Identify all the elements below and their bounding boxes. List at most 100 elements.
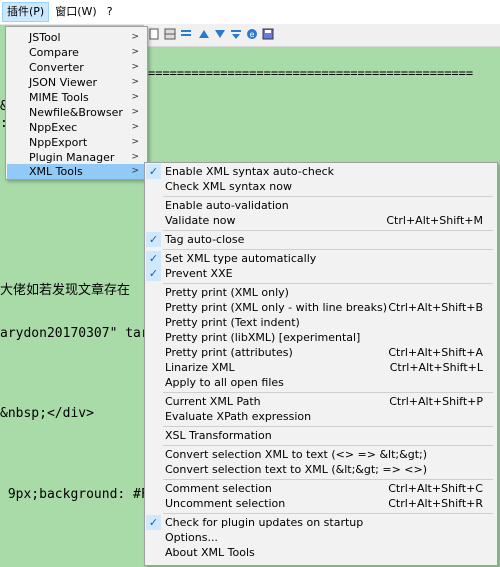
- plugins-item-nppexport[interactable]: NppExport >: [7, 135, 146, 150]
- plugins-item-newfile-browser[interactable]: Newfile&Browser >: [7, 105, 146, 120]
- xml-item-uncomment-selection[interactable]: Uncomment selection Ctrl+Alt+Shift+R: [145, 496, 497, 511]
- xml-item-set-xml-type[interactable]: ✓ Set XML type automatically: [145, 251, 497, 266]
- menu-separator: [163, 479, 493, 480]
- xml-item-evaluate-xpath[interactable]: Evaluate XPath expression: [145, 409, 497, 424]
- xml-item-pretty-print-line-breaks[interactable]: Pretty print (XML only - with line break…: [145, 300, 497, 315]
- submenu-arrow-icon: >: [131, 152, 139, 162]
- xml-item-enable-syntax-autocheck[interactable]: ✓ Enable XML syntax auto-check: [145, 164, 497, 179]
- menu-item-label: Uncomment selection: [165, 497, 286, 510]
- xml-item-convert-text-to-xml[interactable]: Convert selection text to XML (&lt;&gt; …: [145, 462, 497, 477]
- toolbar-grid-icon[interactable]: [164, 28, 176, 40]
- xml-item-linarize-xml[interactable]: Linarize XML Ctrl+Alt+Shift+L: [145, 360, 497, 375]
- toolbar-collapse-icon[interactable]: [230, 28, 242, 40]
- menu-item-label: Pretty print (XML only - with line break…: [165, 301, 387, 314]
- menu-item-label: Compare: [29, 46, 79, 59]
- menu-item-label: Enable auto-validation: [165, 199, 289, 212]
- xml-item-prevent-xxe[interactable]: ✓ Prevent XXE: [145, 266, 497, 281]
- submenu-arrow-icon: >: [131, 107, 139, 117]
- check-icon: ✓: [146, 515, 161, 530]
- menu-item-label: Enable XML syntax auto-check: [165, 165, 335, 178]
- plugins-item-mime-tools[interactable]: MIME Tools >: [7, 90, 146, 105]
- plugins-item-compare[interactable]: Compare >: [7, 45, 146, 60]
- menu-item-label: Set XML type automatically: [165, 252, 317, 265]
- toolbar-down-icon[interactable]: [214, 28, 226, 40]
- xml-item-check-syntax-now[interactable]: Check XML syntax now: [145, 179, 497, 194]
- menu-item-label: Convert selection text to XML (&lt;&gt; …: [165, 463, 428, 476]
- menu-item-label: About XML Tools: [165, 546, 255, 559]
- menu-item-shortcut: Ctrl+Alt+Shift+L: [389, 361, 483, 374]
- toolbar-save-icon[interactable]: [262, 28, 274, 40]
- menu-item-label: Options...: [165, 531, 218, 544]
- menu-help[interactable]: ?: [103, 2, 117, 22]
- menu-item-label: Check for plugin updates on startup: [165, 516, 364, 529]
- menu-separator: [163, 196, 493, 197]
- plugins-item-converter[interactable]: Converter >: [7, 60, 146, 75]
- menu-item-shortcut: Ctrl+Alt+Shift+A: [388, 346, 483, 359]
- plugins-item-nppexec[interactable]: NppExec >: [7, 120, 146, 135]
- xml-item-comment-selection[interactable]: Comment selection Ctrl+Alt+Shift+C: [145, 481, 497, 496]
- plugins-menu: JSTool > Compare > Converter > JSON Viewer >…: [5, 26, 148, 180]
- xml-item-about[interactable]: About XML Tools: [145, 545, 497, 560]
- xml-item-pretty-print-attributes[interactable]: Pretty print (attributes) Ctrl+Alt+Shift+…: [145, 345, 497, 360]
- check-icon: ✓: [146, 266, 161, 281]
- editor-line-5: arydon20170307" tar: [0, 326, 149, 341]
- plugins-item-xml-tools[interactable]: XML Tools >: [7, 164, 146, 179]
- menu-item-label: Newfile&Browser: [29, 106, 123, 119]
- menu-item-shortcut: Ctrl+Alt+Shift+R: [388, 497, 483, 510]
- menu-item-label: NppExport: [29, 136, 88, 149]
- editor-line-6: &nbsp;</div>: [0, 406, 94, 421]
- xml-item-current-xml-path[interactable]: Current XML Path Ctrl+Alt+Shift+P: [145, 394, 497, 409]
- menu-item-label: MIME Tools: [29, 91, 89, 104]
- xml-item-check-updates[interactable]: ✓ Check for plugin updates on startup: [145, 515, 497, 530]
- submenu-arrow-icon: >: [131, 166, 139, 176]
- menu-item-label: JSON Viewer: [29, 76, 98, 89]
- menu-item-label: Evaluate XPath expression: [165, 410, 312, 423]
- editor-line-4: 大佬如若发现文章存在: [0, 283, 131, 298]
- xml-item-pretty-print-libxml[interactable]: Pretty print (libXML) [experimental]: [145, 330, 497, 345]
- submenu-arrow-icon: >: [131, 32, 139, 42]
- xml-item-tag-auto-close[interactable]: ✓ Tag auto-close: [145, 232, 497, 247]
- submenu-arrow-icon: >: [131, 122, 139, 132]
- menu-window[interactable]: 窗口(W): [51, 2, 100, 22]
- menu-separator: [163, 513, 493, 514]
- menu-item-label: Pretty print (attributes): [165, 346, 293, 359]
- submenu-arrow-icon: >: [131, 137, 139, 147]
- menu-item-label: XSL Transformation: [165, 429, 272, 442]
- xml-item-apply-all-files[interactable]: Apply to all open files: [145, 375, 497, 390]
- menu-item-label: Apply to all open files: [165, 376, 284, 389]
- menu-item-label: Pretty print (XML only): [165, 286, 289, 299]
- menu-bar: 插件(P) 窗口(W) ?: [0, 0, 500, 25]
- toolbar-browser-icon[interactable]: e: [246, 28, 258, 40]
- submenu-arrow-icon: >: [131, 47, 139, 57]
- menu-item-label: Plugin Manager: [29, 151, 115, 164]
- xml-item-xsl-transformation[interactable]: XSL Transformation: [145, 428, 497, 443]
- menu-item-label: Comment selection: [165, 482, 272, 495]
- submenu-arrow-icon: >: [131, 77, 139, 87]
- submenu-arrow-icon: >: [131, 62, 139, 72]
- menu-item-label: Pretty print (Text indent): [165, 316, 300, 329]
- xml-item-options[interactable]: Options...: [145, 530, 497, 545]
- xml-tools-submenu: ✓ Enable XML syntax auto-check Check XML …: [144, 162, 498, 566]
- menu-separator: [163, 426, 493, 427]
- plugins-item-json-viewer[interactable]: JSON Viewer >: [7, 75, 146, 90]
- xml-item-pretty-print-text-indent[interactable]: Pretty print (Text indent): [145, 315, 497, 330]
- toolbar-up-icon[interactable]: [198, 28, 210, 40]
- plugins-item-jstool[interactable]: JSTool >: [7, 30, 146, 45]
- xml-item-pretty-print-xml-only[interactable]: Pretty print (XML only): [145, 285, 497, 300]
- toolbar-lines-icon[interactable]: [180, 28, 192, 40]
- menu-item-label: Validate now: [165, 214, 236, 227]
- menu-item-label: NppExec: [29, 121, 78, 134]
- menu-item-shortcut: Ctrl+Alt+Shift+C: [388, 482, 483, 495]
- plugins-item-plugin-manager[interactable]: Plugin Manager >: [7, 150, 146, 165]
- editor-line-7: 9px;background: #F: [0, 487, 149, 502]
- menu-separator: [163, 392, 493, 393]
- menu-plugins[interactable]: 插件(P): [2, 2, 50, 22]
- menu-item-label: Convert selection XML to text (<> => &lt…: [165, 448, 428, 461]
- xml-item-validate-now[interactable]: Validate now Ctrl+Alt+Shift+M: [145, 213, 497, 228]
- menu-item-label: XML Tools: [29, 165, 83, 178]
- xml-item-convert-xml-to-text[interactable]: Convert selection XML to text (<> => &lt…: [145, 447, 497, 462]
- check-icon: ✓: [146, 251, 161, 266]
- menu-item-label: JSTool: [29, 31, 61, 44]
- xml-item-enable-auto-validation[interactable]: Enable auto-validation: [145, 198, 497, 213]
- toolbar-doc-icon[interactable]: [148, 28, 160, 40]
